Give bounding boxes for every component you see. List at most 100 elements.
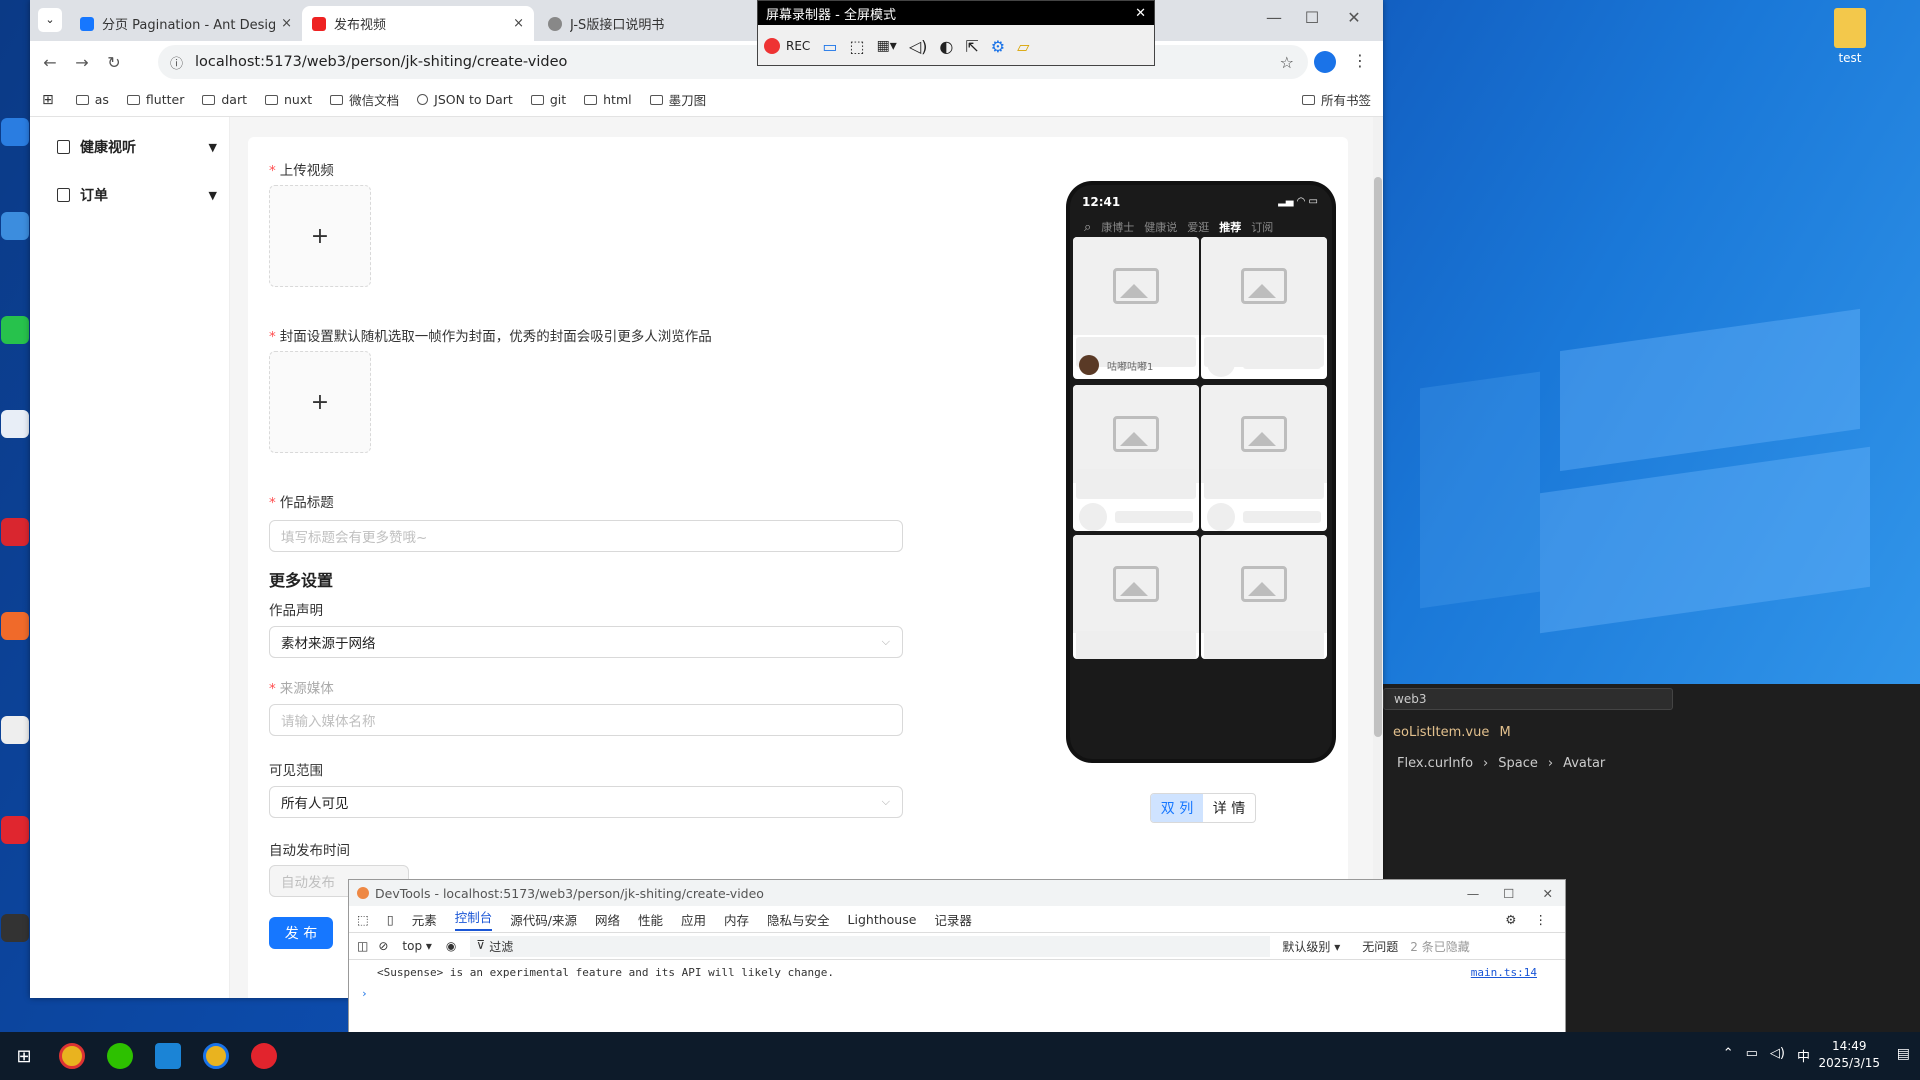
- desktop-shortcut[interactable]: [0, 816, 30, 860]
- back-button[interactable]: ←: [34, 53, 66, 72]
- inspect-icon[interactable]: ⬚: [357, 912, 369, 927]
- clock[interactable]: 14:49 2025/3/15: [1818, 1038, 1880, 1072]
- maximize-button[interactable]: ☐: [1298, 8, 1326, 27]
- taskbar-app[interactable]: [48, 1032, 96, 1080]
- minimize-button[interactable]: —: [1260, 8, 1288, 27]
- tab-publish-video[interactable]: 发布视频 ×: [302, 6, 534, 41]
- close-window-button[interactable]: ✕: [1543, 886, 1553, 901]
- filter-input[interactable]: ⊽ 过滤: [470, 935, 1271, 957]
- tab-antd[interactable]: 分页 Pagination - Ant Design ×: [70, 6, 302, 41]
- desktop-shortcut[interactable]: [0, 118, 30, 162]
- devtools-tab[interactable]: 应用: [681, 910, 706, 929]
- eye-icon[interactable]: ◉: [446, 939, 456, 953]
- desktop-folder[interactable]: test: [1820, 8, 1880, 66]
- desktop-shortcut[interactable]: [0, 316, 30, 360]
- search-icon[interactable]: ⌕: [1084, 220, 1091, 235]
- upload-video-button[interactable]: +: [269, 185, 371, 287]
- mic-icon[interactable]: ◐: [939, 37, 953, 56]
- statement-select[interactable]: 素材来源于网络 ⌵: [269, 626, 903, 658]
- context-select[interactable]: top ▾: [402, 939, 432, 953]
- desktop-shortcut[interactable]: [0, 716, 30, 760]
- gear-icon[interactable]: ⚙: [1505, 912, 1516, 927]
- bookmark-link[interactable]: JSON to Dart: [417, 92, 513, 107]
- console-prompt[interactable]: ›: [361, 987, 1537, 1000]
- log-level-select[interactable]: 默认级别 ▾: [1282, 938, 1340, 955]
- monitor-icon[interactable]: ▭: [822, 37, 837, 56]
- tab-search-button[interactable]: ⌄: [38, 8, 62, 32]
- bookmark-folder[interactable]: 墨刀图: [649, 90, 706, 109]
- upload-cover-button[interactable]: +: [269, 351, 371, 453]
- issues-count[interactable]: 无问题: [1362, 938, 1398, 955]
- minimize-button[interactable]: —: [1467, 886, 1480, 901]
- double-column-button[interactable]: 双 列: [1151, 794, 1203, 822]
- taskbar-app[interactable]: [96, 1032, 144, 1080]
- video-card[interactable]: [1073, 385, 1199, 531]
- desktop-shortcut[interactable]: [0, 518, 30, 562]
- tab-close-icon[interactable]: ×: [281, 16, 292, 31]
- sidebar-item-orders[interactable]: 订单 ▼: [57, 185, 217, 205]
- tray-chevron-icon[interactable]: ⌃: [1723, 1046, 1734, 1065]
- source-input[interactable]: 请输入媒体名称: [269, 704, 903, 736]
- desktop-shortcut[interactable]: [0, 212, 30, 256]
- devtools-tab[interactable]: 源代码/来源: [510, 910, 577, 929]
- record-button[interactable]: REC: [764, 38, 810, 54]
- video-card[interactable]: [1201, 535, 1327, 659]
- apps-grid-icon[interactable]: ⊞: [42, 92, 54, 108]
- desktop-shortcut[interactable]: [0, 612, 30, 656]
- devtools-tab-active[interactable]: 控制台: [454, 907, 493, 931]
- bookmark-folder[interactable]: as: [75, 92, 109, 107]
- taskbar-app[interactable]: [144, 1032, 192, 1080]
- bookmark-folder[interactable]: dart: [202, 92, 247, 107]
- gear-icon[interactable]: ⚙: [991, 37, 1005, 56]
- vscode-open-file[interactable]: eoListItem.vue M: [1393, 725, 1511, 740]
- close-window-button[interactable]: ✕: [1340, 8, 1368, 27]
- devtools-tab[interactable]: 内存: [724, 910, 749, 929]
- network-icon[interactable]: ▭: [1746, 1046, 1758, 1065]
- taskbar-app[interactable]: [240, 1032, 288, 1080]
- vscode-search[interactable]: web3: [1383, 688, 1673, 710]
- start-button[interactable]: ⊞: [0, 1032, 48, 1080]
- devtools-tab[interactable]: 隐私与安全: [767, 910, 830, 929]
- sidebar-toggle-icon[interactable]: ◫: [357, 939, 368, 953]
- title-input[interactable]: 填写标题会有更多赞哦~: [269, 520, 903, 552]
- scrollbar-thumb[interactable]: [1374, 177, 1382, 737]
- all-bookmarks[interactable]: 所有书签: [1301, 90, 1371, 109]
- devtools-tab[interactable]: 网络: [595, 910, 620, 929]
- more-menu-icon[interactable]: ⋮: [1535, 912, 1548, 927]
- bookmark-folder[interactable]: html: [584, 92, 632, 107]
- video-card[interactable]: [1073, 535, 1199, 659]
- reload-button[interactable]: ↻: [98, 53, 130, 72]
- speaker-icon[interactable]: ◁): [909, 37, 928, 56]
- phone-tab[interactable]: 订阅: [1251, 219, 1273, 235]
- phone-tab[interactable]: 爱逛: [1187, 219, 1209, 235]
- console-source-link[interactable]: main.ts:14: [1471, 966, 1537, 979]
- maximize-button[interactable]: ☐: [1503, 886, 1514, 901]
- chrome-menu-icon[interactable]: ⋮: [1352, 51, 1368, 70]
- vscode-breadcrumb-item[interactable]: Space: [1498, 756, 1538, 771]
- device-toggle-icon[interactable]: ▯: [387, 912, 394, 927]
- desktop-shortcut[interactable]: [0, 410, 30, 454]
- phone-tab[interactable]: 康博士: [1101, 219, 1134, 235]
- cursor-icon[interactable]: ⇱: [965, 37, 978, 56]
- ime-indicator[interactable]: 中: [1797, 1046, 1810, 1065]
- sidebar-item-health-av[interactable]: 健康视听 ▼: [57, 137, 217, 157]
- publish-button[interactable]: 发 布: [269, 917, 333, 949]
- bookmark-folder[interactable]: nuxt: [265, 92, 312, 107]
- page-scrollbar[interactable]: [1373, 117, 1383, 998]
- notification-icon[interactable]: ▤: [1897, 1046, 1910, 1062]
- clear-console-icon[interactable]: ⊘: [378, 939, 388, 953]
- video-card[interactable]: [1201, 237, 1327, 379]
- detail-button[interactable]: 详 情: [1203, 794, 1255, 822]
- desktop-shortcut[interactable]: [0, 914, 30, 958]
- devtools-tab[interactable]: Lighthouse: [848, 912, 917, 927]
- devtools-tab[interactable]: 元素: [412, 910, 437, 929]
- vscode-breadcrumb-item[interactable]: Flex.curInfo: [1397, 756, 1473, 771]
- tab-close-icon[interactable]: ×: [513, 16, 524, 31]
- profile-avatar[interactable]: [1314, 51, 1336, 73]
- volume-icon[interactable]: ◁): [1770, 1046, 1785, 1065]
- bookmark-star-icon[interactable]: ☆: [1280, 53, 1294, 72]
- devtools-tab[interactable]: 性能: [638, 910, 663, 929]
- vscode-breadcrumb-item[interactable]: Avatar: [1563, 756, 1605, 771]
- phone-tab-active[interactable]: 推荐: [1219, 219, 1241, 235]
- taskbar-app[interactable]: [192, 1032, 240, 1080]
